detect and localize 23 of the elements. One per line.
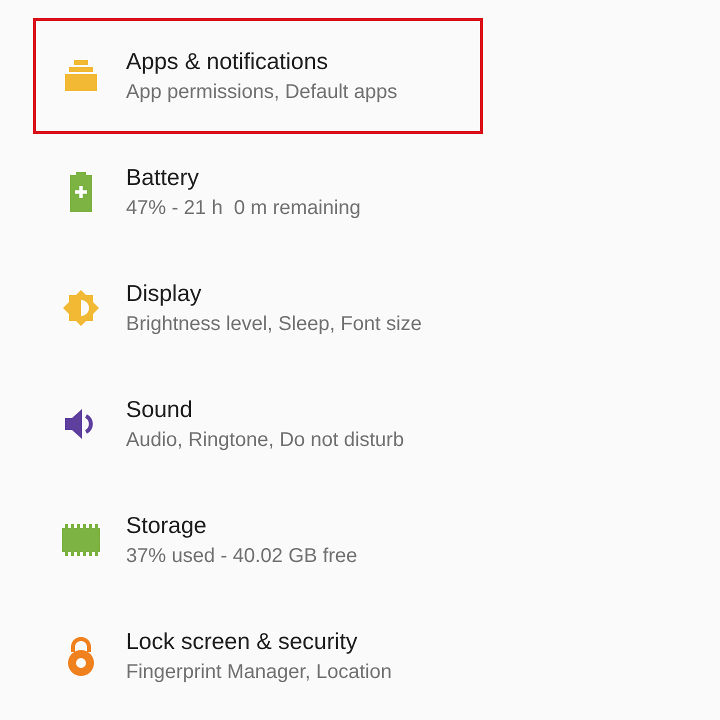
stack-icon — [64, 59, 98, 93]
setting-title: Display — [126, 280, 202, 307]
setting-summary: Brightness level, Sleep, Font size — [126, 313, 422, 336]
settings-item[interactable]: Lock screen & security Fingerprint Manager, Location — [33, 598, 483, 714]
setting-summary: 37% used - 40.02 GB free — [126, 545, 358, 568]
brightness-icon — [62, 289, 100, 327]
setting-title: Apps & notifications — [126, 48, 330, 75]
setting-title: Storage — [126, 512, 208, 539]
setting-summary: Fingerprint Manager, Location — [126, 661, 392, 684]
settings-item[interactable]: Storage 37% used - 40.02 GB free — [33, 482, 483, 598]
setting-title: Battery — [126, 164, 200, 191]
setting-title: Sound — [126, 396, 194, 423]
setting-summary: App permissions, Default apps — [126, 81, 398, 104]
settings-item[interactable]: Display Brightness level, Sleep, Font size — [33, 250, 483, 366]
padlock-icon — [66, 636, 96, 676]
setting-summary: 47% - 21 h 0 m remaining — [126, 197, 361, 220]
setting-title: Lock screen & security — [126, 628, 358, 655]
setting-summary: Audio, Ringtone, Do not disturb — [126, 429, 404, 452]
battery-icon — [69, 172, 93, 212]
settings-item[interactable]: Apps & notifications App permissions, Default apps — [33, 18, 483, 134]
memory-chip-icon — [62, 524, 100, 556]
settings-item[interactable]: Battery 47% - 21 h 0 m remaining — [33, 134, 483, 250]
settings-item[interactable]: Sound Audio, Ringtone, Do not disturb — [33, 366, 483, 482]
